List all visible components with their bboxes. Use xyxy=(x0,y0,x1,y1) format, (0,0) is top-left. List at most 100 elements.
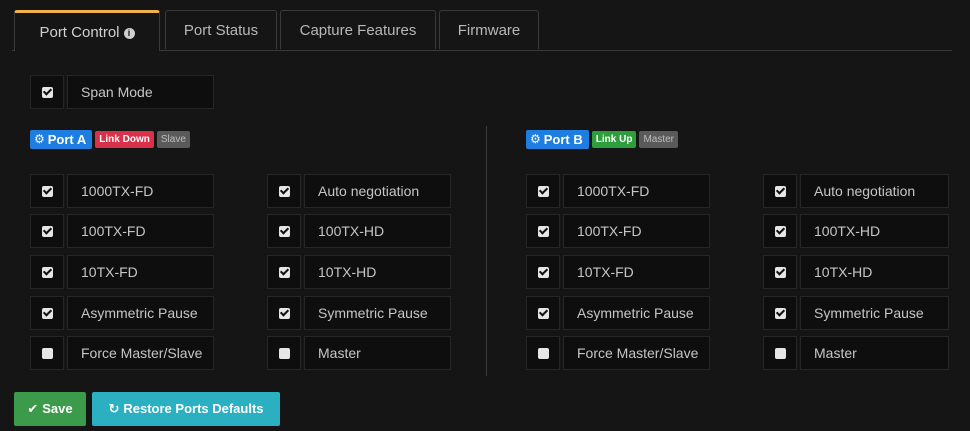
option-label: Master xyxy=(304,336,451,370)
option-label: 10TX-HD xyxy=(304,255,451,289)
option-asymmetric-pause[interactable]: Asymmetric Pause xyxy=(526,296,710,330)
checkbox[interactable] xyxy=(41,266,53,278)
option-100tx-fd[interactable]: 100TX-FD xyxy=(526,214,710,248)
option-10tx-hd[interactable]: 10TX-HD xyxy=(267,255,451,289)
option-10tx-fd[interactable]: 10TX-FD xyxy=(526,255,710,289)
option-auto-negotiation[interactable]: Auto negotiation xyxy=(763,174,949,208)
checkbox-cell[interactable] xyxy=(30,174,64,208)
checkbox[interactable] xyxy=(278,307,290,319)
gear-icon: ⚙ xyxy=(530,132,541,146)
checkbox[interactable] xyxy=(774,185,786,197)
save-button[interactable]: ✔ Save xyxy=(14,392,86,426)
checkbox[interactable] xyxy=(537,185,549,197)
checkbox-cell[interactable] xyxy=(526,174,560,208)
option-100tx-hd[interactable]: 100TX-HD xyxy=(763,214,949,248)
option-label: Force Master/Slave xyxy=(67,336,214,370)
option-asymmetric-pause[interactable]: Asymmetric Pause xyxy=(30,296,214,330)
role-badge: Master xyxy=(639,131,678,148)
link-status-badge: Link Down xyxy=(95,131,154,148)
checkbox-cell[interactable] xyxy=(267,336,301,370)
checkbox[interactable] xyxy=(41,307,53,319)
port-a-badge: ⚙ Port A xyxy=(30,130,93,149)
option-label: Asymmetric Pause xyxy=(67,296,214,330)
option-label: Symmetric Pause xyxy=(800,296,949,330)
checkbox-cell[interactable] xyxy=(526,214,560,248)
option-label: 1000TX-FD xyxy=(563,174,710,208)
checkbox[interactable] xyxy=(537,266,549,278)
checkbox-cell[interactable] xyxy=(30,75,64,109)
save-label: Save xyxy=(42,401,73,416)
checkbox[interactable] xyxy=(537,307,549,319)
checkbox-cell[interactable] xyxy=(30,336,64,370)
checkbox[interactable] xyxy=(41,225,53,237)
port-a-label: Port A xyxy=(47,132,87,147)
checkbox-cell[interactable] xyxy=(763,255,797,289)
checkbox[interactable] xyxy=(774,347,786,359)
checkbox-cell[interactable] xyxy=(526,255,560,289)
checkbox-cell[interactable] xyxy=(267,255,301,289)
role-badge: Slave xyxy=(156,131,190,148)
tab-label: Port Status xyxy=(183,22,259,39)
restore-defaults-button[interactable]: ↻ Restore Ports Defaults xyxy=(92,392,280,426)
option-symmetric-pause[interactable]: Symmetric Pause xyxy=(267,296,451,330)
option-symmetric-pause[interactable]: Symmetric Pause xyxy=(763,296,949,330)
span-mode-label: Span Mode xyxy=(67,75,214,109)
checkmark-icon: ✔ xyxy=(27,401,39,416)
checkbox-cell[interactable] xyxy=(267,296,301,330)
option-1000tx-fd[interactable]: 1000TX-FD xyxy=(30,174,214,208)
checkbox[interactable] xyxy=(278,347,290,359)
option-label: 100TX-FD xyxy=(563,214,710,248)
checkbox-cell[interactable] xyxy=(526,336,560,370)
checkbox[interactable] xyxy=(278,266,290,278)
option-label: 100TX-HD xyxy=(304,214,451,248)
port-b-badge: ⚙ Port B xyxy=(526,130,589,149)
tab-port-status[interactable]: Port Status xyxy=(165,10,277,49)
checkbox-cell[interactable] xyxy=(267,174,301,208)
checkbox[interactable] xyxy=(41,347,53,359)
checkbox-cell[interactable] xyxy=(30,214,64,248)
checkbox[interactable] xyxy=(537,225,549,237)
checkbox[interactable] xyxy=(41,86,53,98)
option-master[interactable]: Master xyxy=(267,336,451,370)
option-master[interactable]: Master xyxy=(763,336,949,370)
port-b-label: Port B xyxy=(543,132,583,147)
checkbox[interactable] xyxy=(41,185,53,197)
checkbox-cell[interactable] xyxy=(526,296,560,330)
checkbox-cell[interactable] xyxy=(763,174,797,208)
checkbox[interactable] xyxy=(537,347,549,359)
checkbox-cell[interactable] xyxy=(763,336,797,370)
option-label: 100TX-FD xyxy=(67,214,214,248)
checkbox-cell[interactable] xyxy=(763,214,797,248)
checkbox-cell[interactable] xyxy=(267,214,301,248)
port-b-header: ⚙ Port B Link Up Master xyxy=(526,130,678,149)
span-mode-checkbox[interactable]: Span Mode xyxy=(30,75,214,109)
checkbox[interactable] xyxy=(774,307,786,319)
refresh-icon: ↻ xyxy=(108,401,120,416)
option-label: 10TX-FD xyxy=(67,255,214,289)
option-auto-negotiation[interactable]: Auto negotiation xyxy=(267,174,451,208)
checkbox-cell[interactable] xyxy=(763,296,797,330)
checkbox[interactable] xyxy=(278,225,290,237)
option-label: 10TX-HD xyxy=(800,255,949,289)
option-force-master-slave[interactable]: Force Master/Slave xyxy=(526,336,710,370)
checkbox-cell[interactable] xyxy=(30,255,64,289)
checkbox-cell[interactable] xyxy=(30,296,64,330)
tab-firmware[interactable]: Firmware xyxy=(439,10,539,49)
option-label: 1000TX-FD xyxy=(67,174,214,208)
option-label: 100TX-HD xyxy=(800,214,949,248)
checkbox[interactable] xyxy=(278,185,290,197)
option-label: Symmetric Pause xyxy=(304,296,451,330)
option-10tx-hd[interactable]: 10TX-HD xyxy=(763,255,949,289)
option-1000tx-fd[interactable]: 1000TX-FD xyxy=(526,174,710,208)
option-100tx-hd[interactable]: 100TX-HD xyxy=(267,214,451,248)
checkbox[interactable] xyxy=(774,225,786,237)
link-status-badge: Link Up xyxy=(591,131,637,148)
tab-port-control[interactable]: Port Control i xyxy=(14,10,160,51)
option-label: Auto negotiation xyxy=(800,174,949,208)
option-100tx-fd[interactable]: 100TX-FD xyxy=(30,214,214,248)
tab-capture-features[interactable]: Capture Features xyxy=(280,10,436,49)
option-force-master-slave[interactable]: Force Master/Slave xyxy=(30,336,214,370)
checkbox[interactable] xyxy=(774,266,786,278)
option-10tx-fd[interactable]: 10TX-FD xyxy=(30,255,214,289)
tab-bar: Port Control i Port Status Capture Featur… xyxy=(12,10,952,51)
